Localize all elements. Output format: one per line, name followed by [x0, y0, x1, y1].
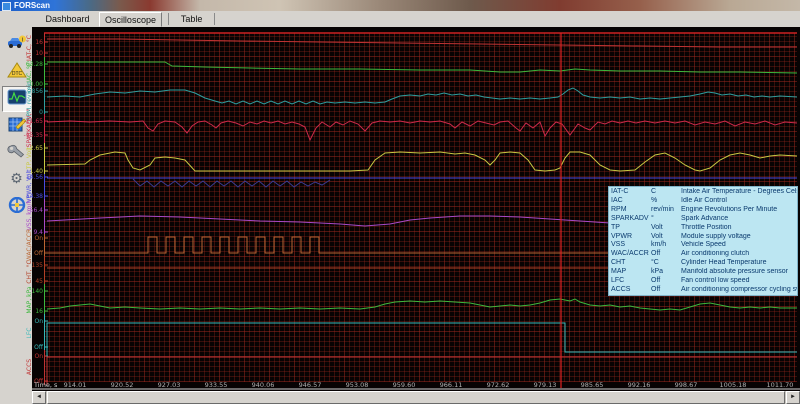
tab-dashboard[interactable]: Dashboard [40, 12, 94, 25]
sidebar-toolbar: i DTC [0, 27, 32, 391]
tests-calculator-icon [7, 116, 27, 132]
svg-text:DTC: DTC [11, 71, 22, 77]
legend-desc: Air conditioning clutch [681, 250, 797, 259]
legend-name: SPARKADV [611, 215, 651, 224]
window-title: FORScan [14, 1, 50, 10]
legend-value: Off [651, 277, 681, 286]
oscilloscope-icon [7, 89, 27, 105]
title-bar[interactable]: FORScan [0, 0, 800, 11]
vehicle-info-button[interactable]: i [2, 32, 31, 58]
tab-separator [214, 13, 215, 25]
legend-box[interactable]: IAT-CCIntake Air Temperature - Degrees C… [608, 186, 798, 296]
vehicle-info-icon: i [7, 35, 27, 51]
legend-name: MAP [611, 268, 651, 277]
legend-value: kPa [651, 268, 681, 277]
legend-desc: Manifold absolute pressure sensor [681, 268, 797, 277]
legend-value: ° [651, 215, 681, 224]
dtc-warning-icon: DTC [7, 62, 27, 78]
legend-row: IAC%Idle Air Control [611, 197, 797, 206]
legend-desc: Cylinder Head Temperature [681, 259, 797, 268]
scroll-thumb[interactable] [47, 391, 785, 404]
tests-button[interactable] [2, 113, 31, 139]
legend-desc: Vehicle Speed [681, 241, 797, 250]
tab-table[interactable]: Table [176, 12, 208, 25]
about-button[interactable] [2, 194, 31, 220]
legend-desc: Intake Air Temperature - Degrees Celsius [681, 188, 797, 197]
legend-row: RPMrev/minEngine Revolutions Per Minute [611, 206, 797, 215]
legend-value: Volt [651, 224, 681, 233]
app-icon [2, 2, 11, 11]
legend-value: Off [651, 286, 681, 295]
legend-value: % [651, 197, 681, 206]
legend-name: IAC [611, 197, 651, 206]
legend-row: TPVoltThrottle Position [611, 224, 797, 233]
legend-row: CHT°CCylinder Head Temperature [611, 259, 797, 268]
service-wrench-icon [7, 143, 27, 159]
legend-row: MAPkPaManifold absolute pressure sensor [611, 268, 797, 277]
legend-desc: Throttle Position [681, 224, 797, 233]
service-button[interactable] [2, 140, 31, 166]
legend-desc: Engine Revolutions Per Minute [681, 206, 797, 215]
scroll-right-button[interactable]: ► [786, 391, 800, 404]
legend-name: RPM [611, 206, 651, 215]
settings-gear-icon: ⚙ [10, 170, 23, 186]
about-wheel-icon [7, 197, 27, 213]
legend-desc: Module supply voltage [681, 233, 797, 242]
legend-name: CHT [611, 259, 651, 268]
svg-text:i: i [21, 38, 22, 44]
legend-row: ACCSOffAir conditioning compressor cycli… [611, 286, 797, 295]
legend-row: SPARKADV°Spark Advance [611, 215, 797, 224]
legend-row: VPWRVoltModule supply voltage [611, 233, 797, 242]
legend-value: °C [651, 259, 681, 268]
dtc-button[interactable]: DTC [2, 59, 31, 85]
tab-separator [168, 13, 169, 25]
legend-name: IAT-C [611, 188, 651, 197]
legend-row: WAC/ACCROffAir conditioning clutch [611, 250, 797, 259]
legend-name: VPWR [611, 233, 651, 242]
scrollbar-corner [0, 391, 32, 404]
legend-value: C [651, 188, 681, 197]
legend-name: WAC/ACCR [611, 250, 651, 259]
legend-name: TP [611, 224, 651, 233]
legend-value: km/h [651, 241, 681, 250]
legend-name: VSS [611, 241, 651, 250]
legend-row: LFCOffFan control low speed [611, 277, 797, 286]
legend-row: VSSkm/hVehicle Speed [611, 241, 797, 250]
legend-desc: Air conditioning compressor cycling swit… [681, 286, 797, 295]
legend-name: ACCS [611, 286, 651, 295]
time-scrollbar[interactable]: ◄ ► [32, 391, 800, 404]
legend-value: Off [651, 250, 681, 259]
legend-desc: Fan control low speed [681, 277, 797, 286]
settings-button[interactable]: ⚙ [2, 167, 31, 193]
legend-name: LFC [611, 277, 651, 286]
legend-value: rev/min [651, 206, 681, 215]
legend-row: IAT-CCIntake Air Temperature - Degrees C… [611, 188, 797, 197]
tab-bar: Dashboard Oscilloscope Table [0, 11, 800, 28]
scroll-left-button[interactable]: ◄ [32, 391, 46, 404]
oscilloscope-button[interactable] [2, 86, 31, 112]
tab-oscilloscope[interactable]: Oscilloscope [99, 12, 162, 27]
legend-desc: Spark Advance [681, 215, 797, 224]
legend-desc: Idle Air Control [681, 197, 797, 206]
legend-value: Volt [651, 233, 681, 242]
